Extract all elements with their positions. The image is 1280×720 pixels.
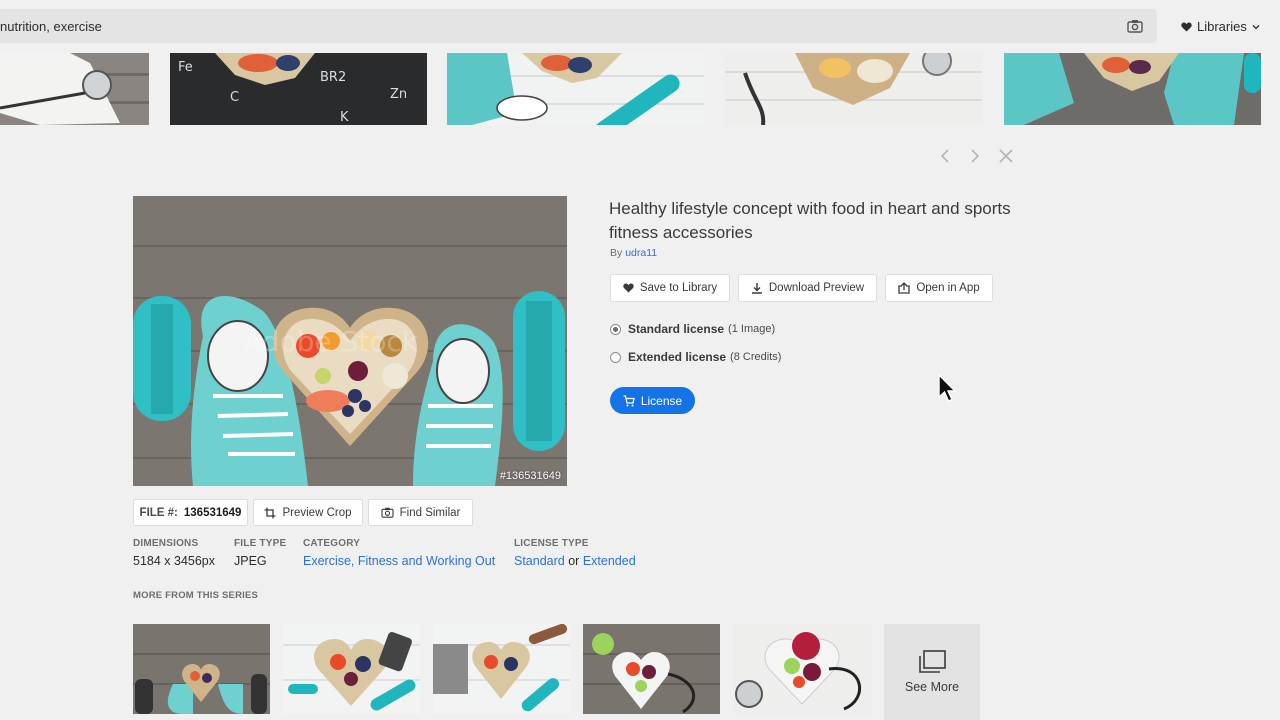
file-type-value: JPEG	[234, 554, 267, 568]
license-button-label: License	[640, 393, 683, 408]
camera-icon	[381, 507, 394, 518]
extended-license-label: Extended license	[628, 350, 727, 364]
series-thumbnail-5[interactable]	[734, 624, 871, 714]
asset-preview-image: Adobe Stock #136531649	[133, 196, 567, 486]
standard-license-link[interactable]: Standard	[514, 554, 565, 568]
see-more-label: See More	[904, 680, 960, 694]
top-thumbnail-3[interactable]	[447, 53, 704, 125]
chevron-down-icon	[1252, 24, 1260, 29]
preview-crop-label: Preview Crop	[282, 506, 352, 519]
search-input[interactable]: nutrition, exercise	[0, 19, 102, 34]
top-thumbnail-1[interactable]	[0, 53, 149, 125]
category-label: CATEGORY	[303, 538, 361, 549]
category-link[interactable]: Exercise, Fitness and Working Out	[303, 554, 495, 568]
dimensions-label: DIMENSIONS	[133, 538, 199, 549]
extended-license-option[interactable]: Extended license (8 Credits)	[610, 350, 781, 364]
svg-text:C: C	[230, 90, 239, 105]
more-from-series-heading: MORE FROM THIS SERIES	[133, 590, 259, 601]
standard-license-detail: (1 Image)	[728, 323, 776, 335]
mouse-cursor-icon	[938, 374, 957, 402]
standard-license-label: Standard license	[628, 322, 725, 336]
top-thumbnail-4[interactable]	[725, 53, 982, 125]
heart-icon	[1181, 21, 1192, 32]
svg-text:Fe: Fe	[178, 60, 193, 75]
series-thumbnail-3[interactable]	[433, 624, 570, 714]
crop-icon	[264, 507, 276, 518]
search-bar[interactable]: nutrition, exercise	[0, 9, 1157, 43]
top-thumbnail-5[interactable]	[1004, 53, 1261, 125]
file-number-box: FILE #: 136531649	[133, 499, 248, 526]
find-similar-label: Find Similar	[399, 506, 461, 519]
license-button[interactable]: License	[610, 387, 695, 414]
author-link[interactable]: udra11	[625, 247, 657, 259]
find-similar-button[interactable]: Find Similar	[368, 499, 473, 526]
camera-icon[interactable]	[1127, 19, 1143, 33]
close-icon[interactable]	[997, 147, 1015, 165]
svg-text:Zn: Zn	[390, 87, 407, 102]
extended-license-link[interactable]: Extended	[583, 554, 636, 568]
file-number-value: 136531649	[183, 506, 242, 519]
byline-prefix: By	[610, 247, 623, 259]
svg-text:Adobe Stock: Adobe Stock	[243, 325, 419, 358]
download-preview-label: Download Preview	[768, 282, 865, 294]
libraries-menu[interactable]: Libraries	[1181, 19, 1260, 34]
standard-license-option[interactable]: Standard license (1 Image)	[610, 322, 775, 336]
open-in-app-button[interactable]: Open in App	[885, 274, 993, 302]
download-icon	[751, 283, 762, 294]
heart-icon	[623, 283, 634, 293]
preview-file-id: #136531649	[499, 470, 561, 482]
next-icon[interactable]	[966, 147, 984, 165]
save-to-library-label: Save to Library	[639, 282, 718, 294]
svg-text:K: K	[340, 110, 349, 125]
preview-crop-button[interactable]: Preview Crop	[253, 499, 363, 526]
asset-title: Healthy lifestyle concept with food in h…	[609, 199, 1011, 242]
series-thumbnail-1[interactable]	[133, 624, 270, 714]
byline: By udra11	[610, 247, 657, 259]
previous-icon[interactable]	[936, 147, 954, 165]
libraries-label: Libraries	[1197, 19, 1247, 34]
series-thumbnail-2[interactable]	[283, 624, 420, 714]
dimensions-value: 5184 x 3456px	[133, 554, 216, 568]
license-type-label: LICENSE TYPE	[514, 538, 589, 549]
svg-text:BR2: BR2	[320, 70, 346, 85]
extended-license-radio[interactable]	[610, 351, 621, 363]
standard-license-radio[interactable]	[610, 323, 621, 335]
open-in-app-label: Open in App	[916, 282, 980, 294]
license-or-text: or	[568, 554, 580, 568]
extended-license-detail: (8 Credits)	[730, 351, 782, 363]
file-type-label: FILE TYPE	[234, 538, 287, 549]
download-preview-button[interactable]: Download Preview	[738, 274, 877, 302]
gallery-icon	[919, 650, 946, 673]
license-type-value: Standard or Extended	[514, 554, 636, 568]
share-icon	[898, 282, 910, 294]
cart-icon	[623, 394, 635, 406]
see-more-button[interactable]: See More	[884, 624, 980, 720]
file-number-label: FILE #:	[139, 506, 178, 519]
save-to-library-button[interactable]: Save to Library	[610, 274, 730, 302]
series-thumbnail-4[interactable]	[583, 624, 720, 714]
top-thumbnail-2[interactable]: BR2 Zn C K Fe	[170, 53, 427, 125]
